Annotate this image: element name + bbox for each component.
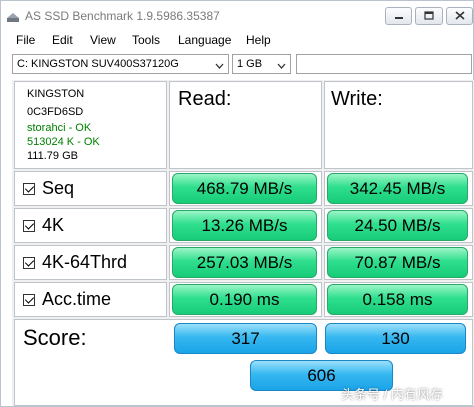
chevron-down-icon [215, 60, 224, 72]
test-name: Seq [42, 178, 75, 198]
menu-tools[interactable]: Tools [132, 33, 160, 47]
write-header: Write: [331, 88, 383, 110]
acc-time-read-result: 0.190 ms [172, 284, 317, 315]
menu-edit[interactable]: Edit [52, 33, 73, 47]
driver-status: storahci - OK [27, 122, 92, 134]
test-name: Acc.time [42, 289, 112, 309]
menu-language[interactable]: Language [178, 33, 231, 47]
4k-write-result: 24.50 MB/s [327, 210, 468, 241]
menu-help[interactable]: Help [246, 33, 271, 47]
close-icon [454, 7, 465, 25]
app-drive-icon [6, 10, 20, 22]
test-name: 4K [42, 215, 65, 235]
read-header: Read: [178, 88, 232, 110]
checkbox-icon [23, 293, 35, 306]
test-name: 4K-64Thrd [42, 252, 128, 272]
4k-read-result: 13.26 MB/s [172, 210, 317, 241]
menu-bar: File Edit View Tools Language Help [1, 31, 473, 51]
alignment-status: 513024 K - OK [27, 136, 100, 148]
text-field[interactable] [296, 54, 472, 74]
checkbox-icon [23, 182, 35, 195]
drive-capacity: 111.79 GB [27, 150, 78, 162]
drive-info-panel: KINGSTON 0C3FD6SD storahci - OK 513024 K… [14, 81, 167, 169]
4k-64thrd-checkbox[interactable]: 4K-64Thrd [23, 252, 127, 273]
size-select-value: 1 GB [237, 58, 263, 70]
test-row-acc-time: Acc.time [14, 282, 167, 317]
menu-view[interactable]: View [90, 33, 116, 47]
minimize-icon [394, 7, 404, 25]
score-label: Score: [23, 325, 87, 350]
read-score: 317 [174, 323, 317, 354]
checkbox-icon [23, 219, 35, 232]
app-window: AS SSD Benchmark 1.9.5986.35387 File Edi… [0, 0, 474, 407]
maximize-button[interactable] [415, 7, 443, 25]
drive-model: KINGSTON [27, 88, 85, 100]
test-row-4k-64thrd: 4K-64Thrd [14, 245, 167, 280]
write-score: 130 [325, 323, 466, 354]
seq-read-result: 468.79 MB/s [172, 173, 317, 204]
maximize-icon [424, 7, 434, 25]
seq-write-result: 342.45 MB/s [327, 173, 468, 204]
test-row-seq: Seq [14, 171, 167, 206]
4k-64thrd-read-result: 257.03 MB/s [172, 247, 317, 278]
acc-time-write-result: 0.158 ms [327, 284, 468, 315]
test-row-4k: 4K [14, 208, 167, 243]
checkbox-icon [23, 256, 35, 269]
size-select[interactable]: 1 GB [232, 54, 291, 74]
4k-checkbox[interactable]: 4K [23, 215, 64, 236]
window-title: AS SSD Benchmark 1.9.5986.35387 [25, 9, 220, 23]
menu-file[interactable]: File [16, 33, 35, 47]
watermark: 头条号 / 内有风存 [341, 387, 443, 402]
write-header-cell: Write: [324, 81, 473, 169]
drive-firmware: 0C3FD6SD [27, 106, 84, 118]
chevron-down-icon [277, 60, 286, 72]
drive-select[interactable]: C: KINGSTON SUV400S37120G [12, 54, 229, 74]
seq-checkbox[interactable]: Seq [23, 178, 74, 199]
drive-select-value: C: KINGSTON SUV400S37120G [17, 58, 179, 70]
title-bar[interactable]: AS SSD Benchmark 1.9.5986.35387 [1, 1, 473, 31]
4k-64thrd-write-result: 70.87 MB/s [327, 247, 468, 278]
read-header-cell: Read: [169, 81, 322, 169]
minimize-button[interactable] [385, 7, 412, 25]
close-button[interactable] [446, 7, 473, 25]
acc-time-checkbox[interactable]: Acc.time [23, 289, 111, 310]
